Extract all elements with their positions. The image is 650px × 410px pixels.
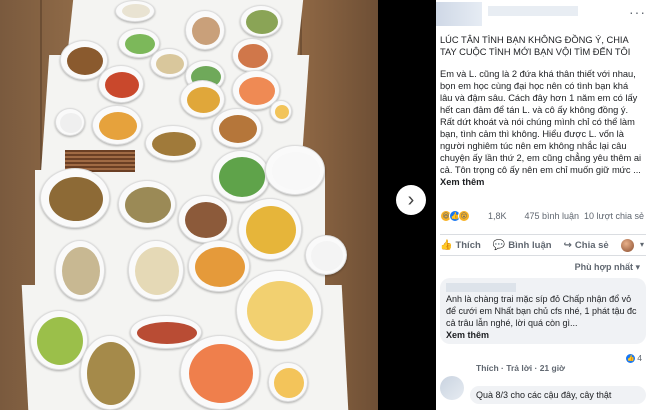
food-dish <box>128 240 184 300</box>
food-dish <box>55 108 85 136</box>
speech-bubble-icon: 💬 <box>492 239 506 251</box>
food-dish <box>188 240 250 292</box>
food-dish <box>80 335 140 410</box>
food-dish <box>118 180 176 228</box>
reaction-icons: 😆 👍 😮 <box>440 210 470 222</box>
food-dish <box>236 270 322 350</box>
comment-label: Bình luận <box>508 239 552 251</box>
like-reaction-icon: 👍 <box>626 353 636 363</box>
post-title: LÚC TÂN TÌNH BẠN KHÔNG ĐỒNG Ý, CHIA TAY … <box>440 35 631 57</box>
action-bar: 👍 Thích 💬 Bình luận ↪ Chia sẻ ▾ <box>440 234 646 256</box>
food-dish <box>185 10 225 50</box>
food-dish <box>268 362 308 402</box>
post-text: Em và L. cũng là 2 đứa khá thân thiết vớ… <box>440 68 642 188</box>
like-button[interactable]: 👍 Thích <box>440 240 481 251</box>
see-more-link[interactable]: Xem thêm <box>440 177 484 187</box>
food-dish <box>98 65 144 103</box>
comment-actions: Thích · Trả lời · 21 giờ <box>476 363 566 373</box>
chevron-down-icon: ▾ <box>635 262 640 272</box>
comment-item: Anh là chàng trai mặc síp đỏ Chấp nhận đ… <box>440 278 646 373</box>
food-dish <box>178 195 232 243</box>
share-count[interactable]: 10 lượt chia sẻ <box>584 211 644 221</box>
comment-text: Quà 8/3 cho các cậu đây, cây thật <box>476 390 612 400</box>
wow-reaction-icon: 😮 <box>458 210 470 222</box>
food-dish <box>30 310 88 370</box>
comment-button[interactable]: 💬 Bình luận <box>493 240 552 251</box>
comment-text: Anh là chàng trai mặc síp đỏ Chấp nhận đ… <box>446 294 637 328</box>
share-button[interactable]: ↪ Chia sẻ <box>564 240 609 251</box>
comment-reactions[interactable]: 👍 4 <box>626 353 642 363</box>
reaction-summary[interactable]: 😆 👍 😮 1,8K 475 bình luận 10 lượt chia sẻ <box>440 210 644 224</box>
commenter-avatar[interactable] <box>440 376 464 400</box>
comment-react-count: 4 <box>637 353 642 363</box>
food-dish <box>115 0 155 22</box>
comment-bubble: Quà 8/3 cho các cậu đây, cây thật <box>470 386 646 404</box>
food-dish <box>270 100 292 122</box>
post-body-text: Em và L. cũng là 2 đứa khá thân thiết vớ… <box>440 69 642 175</box>
share-arrow-icon: ↪ <box>563 239 572 251</box>
food-dish <box>40 168 110 228</box>
comment-share-stats: 475 bình luận 10 lượt chia sẻ <box>524 211 644 221</box>
post-photo[interactable] <box>0 0 378 410</box>
sort-label: Phù hợp nhất <box>574 262 633 272</box>
comment-time: 21 giờ <box>539 363 566 373</box>
food-dish <box>145 125 201 161</box>
thumbs-up-icon: 👍 <box>440 239 453 251</box>
comment-see-more-link[interactable]: Xem thêm <box>446 330 489 340</box>
food-dish <box>265 145 325 195</box>
post-header: ··· <box>436 0 650 30</box>
food-dish <box>180 80 225 118</box>
post-panel: ··· LÚC TÂN TÌNH BẠN KHÔNG ĐỒNG Ý, CHIA … <box>436 0 650 410</box>
author-name[interactable] <box>488 6 578 16</box>
food-dish <box>212 108 262 148</box>
comment-item: Quà 8/3 cho các cậu đây, cây thật <box>440 376 646 410</box>
food-dish <box>92 105 142 145</box>
food-dish <box>55 240 105 300</box>
post-content: LÚC TÂN TÌNH BẠN KHÔNG ĐỒNG Ý, CHIA TAY … <box>436 30 650 188</box>
like-label: Thích <box>455 239 481 251</box>
author-avatar[interactable] <box>436 2 482 26</box>
user-avatar[interactable] <box>621 239 634 252</box>
reaction-count: 1,8K <box>488 211 507 221</box>
food-dish <box>130 315 202 349</box>
commenter-name[interactable] <box>446 281 640 293</box>
food-dish <box>305 235 347 275</box>
comment-like-link[interactable]: Thích <box>476 363 499 373</box>
share-label: Chia sẻ <box>574 239 609 251</box>
food-dish <box>240 5 282 37</box>
comment-bubble: Anh là chàng trai mặc síp đỏ Chấp nhận đ… <box>440 278 646 344</box>
food-dish <box>150 48 188 78</box>
food-dish <box>238 198 302 260</box>
chevron-down-icon[interactable]: ▾ <box>640 240 644 249</box>
next-photo-button[interactable]: › <box>396 185 426 215</box>
food-dish <box>232 38 272 72</box>
food-dish <box>212 150 270 202</box>
comment-reply-link[interactable]: Trả lời <box>506 363 532 373</box>
comment-count[interactable]: 475 bình luận <box>524 211 579 221</box>
chevron-right-icon: › <box>407 188 415 211</box>
more-options-icon[interactable]: ··· <box>629 4 646 20</box>
food-dish <box>180 335 260 410</box>
comment-sort-dropdown[interactable]: Phù hợp nhất ▾ <box>575 262 640 273</box>
